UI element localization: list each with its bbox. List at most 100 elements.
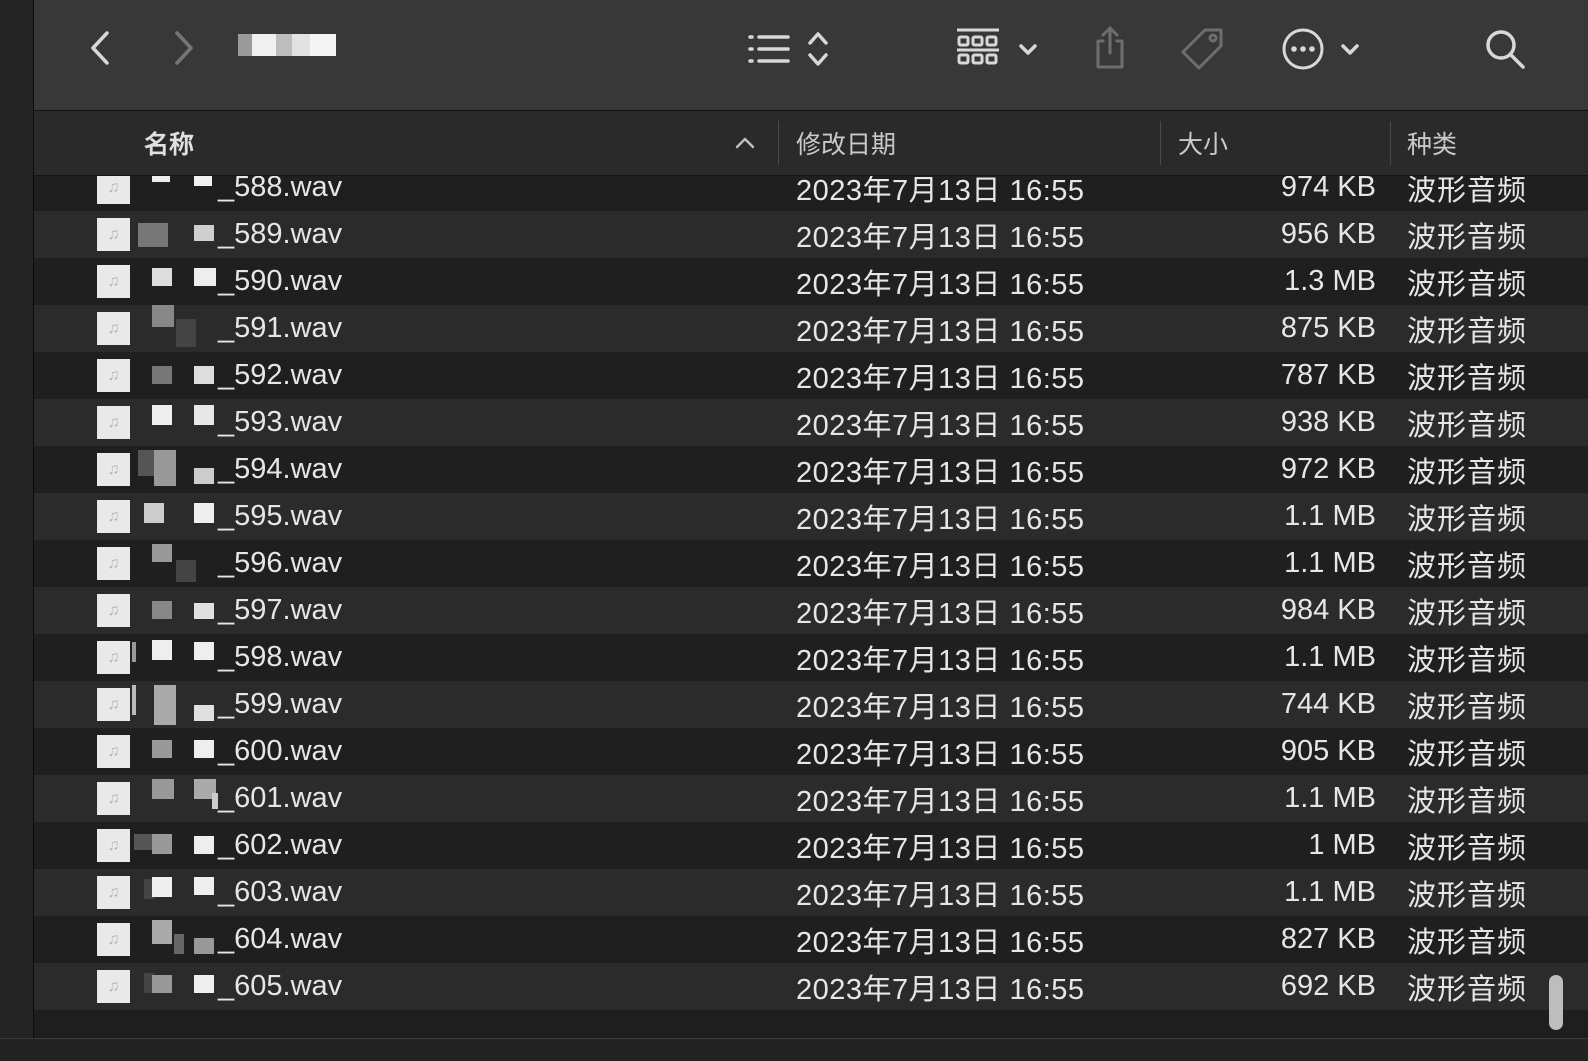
file-name: _602.wav [218,829,343,861]
column-size-label: 大小 [1178,131,1229,159]
file-row[interactable]: ♫ _601.wav 2023年7月13日 16:55 1.1 MB 波形音频 [34,775,1588,822]
search-button[interactable] [1482,26,1528,72]
file-row[interactable]: ♫ _598.wav 2023年7月13日 16:55 1.1 MB 波形音频 [34,634,1588,681]
column-date[interactable]: 修改日期 [796,111,896,175]
audio-file-icon: ♫ [97,359,130,392]
column-name-label: 名称 [144,131,195,159]
file-row[interactable]: ♫ _600.wav 2023年7月13日 16:55 905 KB 波形音频 [34,728,1588,775]
more-ellipsis-icon [1282,28,1324,70]
file-date: 2023年7月13日 16:55 [796,268,1085,301]
file-size: 974 KB [1280,176,1376,203]
file-name: _603.wav [218,876,343,908]
search-icon [1486,30,1525,69]
file-date: 2023年7月13日 16:55 [796,926,1085,959]
file-date: 2023年7月13日 16:55 [796,785,1085,818]
column-kind[interactable]: 种类 [1407,111,1457,175]
sort-button[interactable] [804,28,832,70]
file-row[interactable]: ♫ _592.wav 2023年7月13日 16:55 787 KB 波形音频 [34,352,1588,399]
file-name: _598.wav [218,641,343,673]
audio-file-icon: ♫ [97,923,130,956]
file-size: 972 KB [1280,453,1376,485]
file-name: _596.wav [218,547,343,579]
file-row[interactable]: ♫ _595.wav 2023年7月13日 16:55 1.1 MB 波形音频 [34,493,1588,540]
audio-file-icon: ♫ [97,312,130,345]
status-bar [0,1038,1588,1061]
file-kind: 波形音频 [1407,832,1528,865]
audio-file-icon: ♫ [97,176,130,204]
file-row[interactable]: ♫ _604.wav 2023年7月13日 16:55 827 KB 波形音频 [34,916,1588,963]
forward-button[interactable] [166,28,202,68]
file-row[interactable]: ♫ _605.wav 2023年7月13日 16:55 692 KB 波形音频 [34,963,1588,1010]
file-kind: 波形音频 [1407,550,1528,583]
column-divider[interactable] [1160,121,1161,165]
file-size: 692 KB [1280,970,1376,1002]
file-date: 2023年7月13日 16:55 [796,176,1085,207]
file-date: 2023年7月13日 16:55 [796,315,1085,348]
column-header: 名称 修改日期 大小 种类 [34,111,1588,176]
back-button[interactable] [82,28,118,68]
vertical-scrollbar[interactable] [1549,975,1563,1030]
chevron-right-icon [175,31,193,65]
tag-button[interactable] [1178,26,1228,74]
window-title [238,34,336,56]
file-kind: 波形音频 [1407,644,1528,677]
group-dropdown-button[interactable] [1016,36,1040,64]
file-size: 1.1 MB [1284,782,1376,814]
file-size: 787 KB [1280,359,1376,391]
file-row[interactable]: ♫ _591.wav 2023年7月13日 16:55 875 KB 波形音频 [34,305,1588,352]
file-row[interactable]: ♫ _597.wav 2023年7月13日 16:55 984 KB 波形音频 [34,587,1588,634]
column-kind-label: 种类 [1407,131,1458,159]
file-size: 1.3 MB [1284,265,1376,297]
column-name[interactable]: 名称 [144,111,194,175]
list-view-button[interactable] [746,26,792,72]
sort-updown-icon [808,32,828,66]
file-row[interactable]: ♫ _602.wav 2023年7月13日 16:55 1 MB 波形音频 [34,822,1588,869]
sort-ascending-indicator[interactable] [734,111,756,175]
more-actions-button[interactable] [1280,26,1326,72]
file-row[interactable]: ♫ _594.wav 2023年7月13日 16:55 972 KB 波形音频 [34,446,1588,493]
file-size: 744 KB [1280,688,1376,720]
share-button[interactable] [1090,24,1130,72]
list-view-icon [748,35,790,63]
column-divider[interactable] [1390,121,1391,165]
file-date: 2023年7月13日 16:55 [796,221,1085,254]
file-name: _590.wav [218,265,343,297]
file-size: 956 KB [1280,218,1376,250]
audio-file-icon: ♫ [97,688,130,721]
file-name: _604.wav [218,923,343,955]
share-icon [1096,26,1124,69]
column-divider[interactable] [778,121,779,165]
file-row[interactable]: ♫ _588.wav 2023年7月13日 16:55 974 KB 波形音频 [34,176,1588,211]
chevron-down-icon [1019,44,1037,55]
file-kind: 波形音频 [1407,503,1528,536]
file-list[interactable]: ♫ _588.wav 2023年7月13日 16:55 974 KB 波形音频 ♫ _589… [34,176,1588,1038]
file-size: 1 MB [1308,829,1376,861]
file-size: 1.1 MB [1284,641,1376,673]
file-size: 984 KB [1280,594,1376,626]
file-date: 2023年7月13日 16:55 [796,644,1085,677]
file-date: 2023年7月13日 16:55 [796,879,1085,912]
audio-file-icon: ♫ [97,970,130,1003]
audio-file-icon: ♫ [97,218,130,251]
group-view-button[interactable] [954,26,1002,72]
file-kind: 波形音频 [1407,362,1528,395]
file-name: _595.wav [218,500,343,532]
file-row[interactable]: ♫ _603.wav 2023年7月13日 16:55 1.1 MB 波形音频 [34,869,1588,916]
more-dropdown-button[interactable] [1338,36,1362,64]
file-date: 2023年7月13日 16:55 [796,691,1085,724]
file-row[interactable]: ♫ _593.wav 2023年7月13日 16:55 938 KB 波形音频 [34,399,1588,446]
audio-file-icon: ♫ [97,500,130,533]
file-size: 1.1 MB [1284,500,1376,532]
file-name: _600.wav [218,735,343,767]
file-date: 2023年7月13日 16:55 [796,550,1085,583]
file-name: _599.wav [218,688,343,720]
file-kind: 波形音频 [1407,973,1528,1006]
file-date: 2023年7月13日 16:55 [796,409,1085,442]
file-row[interactable]: ♫ _589.wav 2023年7月13日 16:55 956 KB 波形音频 [34,211,1588,258]
column-size[interactable]: 大小 [1178,111,1228,175]
file-name: _597.wav [218,594,343,626]
file-row[interactable]: ♫ _596.wav 2023年7月13日 16:55 1.1 MB 波形音频 [34,540,1588,587]
file-row[interactable]: ♫ _599.wav 2023年7月13日 16:55 744 KB 波形音频 [34,681,1588,728]
file-row[interactable]: ♫ _590.wav 2023年7月13日 16:55 1.3 MB 波形音频 [34,258,1588,305]
file-kind: 波形音频 [1407,785,1528,818]
